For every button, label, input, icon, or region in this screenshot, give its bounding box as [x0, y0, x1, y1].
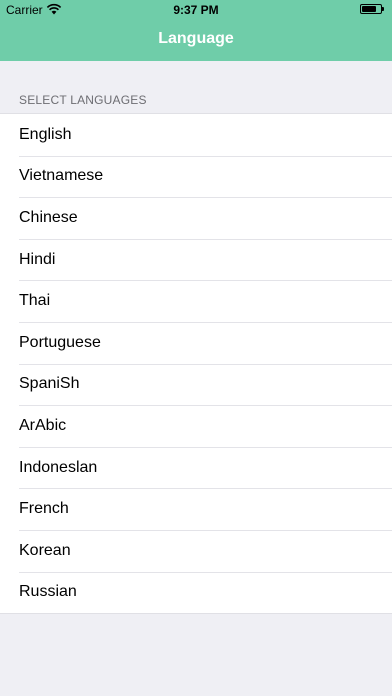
language-label: SpaniSh — [19, 375, 80, 393]
language-row-vietnamese[interactable]: Vietnamese — [0, 155, 392, 198]
page-title: Language — [158, 30, 234, 47]
language-label: Russian — [19, 583, 77, 601]
section-header: SELECT LANGUAGES — [19, 93, 147, 107]
language-row-korean[interactable]: Korean — [0, 529, 392, 572]
language-row-chinese[interactable]: Chinese — [0, 197, 392, 239]
language-row-indoneslan[interactable]: Indoneslan — [0, 446, 392, 489]
language-row-arabic[interactable]: ArAbic — [0, 405, 392, 447]
language-label: Thai — [19, 292, 51, 310]
language-row-thai[interactable]: Thai — [0, 280, 392, 322]
language-row-portuguese[interactable]: Portuguese — [0, 321, 392, 364]
language-row-russian[interactable]: Russian — [0, 571, 392, 614]
status-bar: Carrier 9:37 PM — [0, 0, 392, 20]
language-label: Hindi — [19, 250, 56, 268]
language-label: Indoneslan — [19, 458, 98, 476]
language-list: English Vietnamese Chinese Hindi Thai Portugu… — [0, 113, 392, 615]
language-label: English — [19, 125, 72, 143]
language-row-hindi[interactable]: Hindi — [0, 238, 392, 281]
language-label: Portuguese — [19, 333, 101, 351]
language-label: ArAbic — [19, 416, 67, 434]
battery-icon — [360, 4, 384, 14]
status-time: 9:37 PM — [173, 3, 219, 17]
language-row-french[interactable]: French — [0, 488, 392, 530]
language-label: French — [19, 500, 69, 518]
language-row-english[interactable]: English — [0, 114, 392, 156]
language-label: Korean — [19, 541, 71, 559]
language-label: Chinese — [19, 208, 78, 226]
language-label: Vietnamese — [19, 167, 104, 185]
navigation-bar: Carrier 9:37 PM Language — [0, 0, 392, 61]
language-row-spanish[interactable]: SpaniSh — [0, 363, 392, 406]
